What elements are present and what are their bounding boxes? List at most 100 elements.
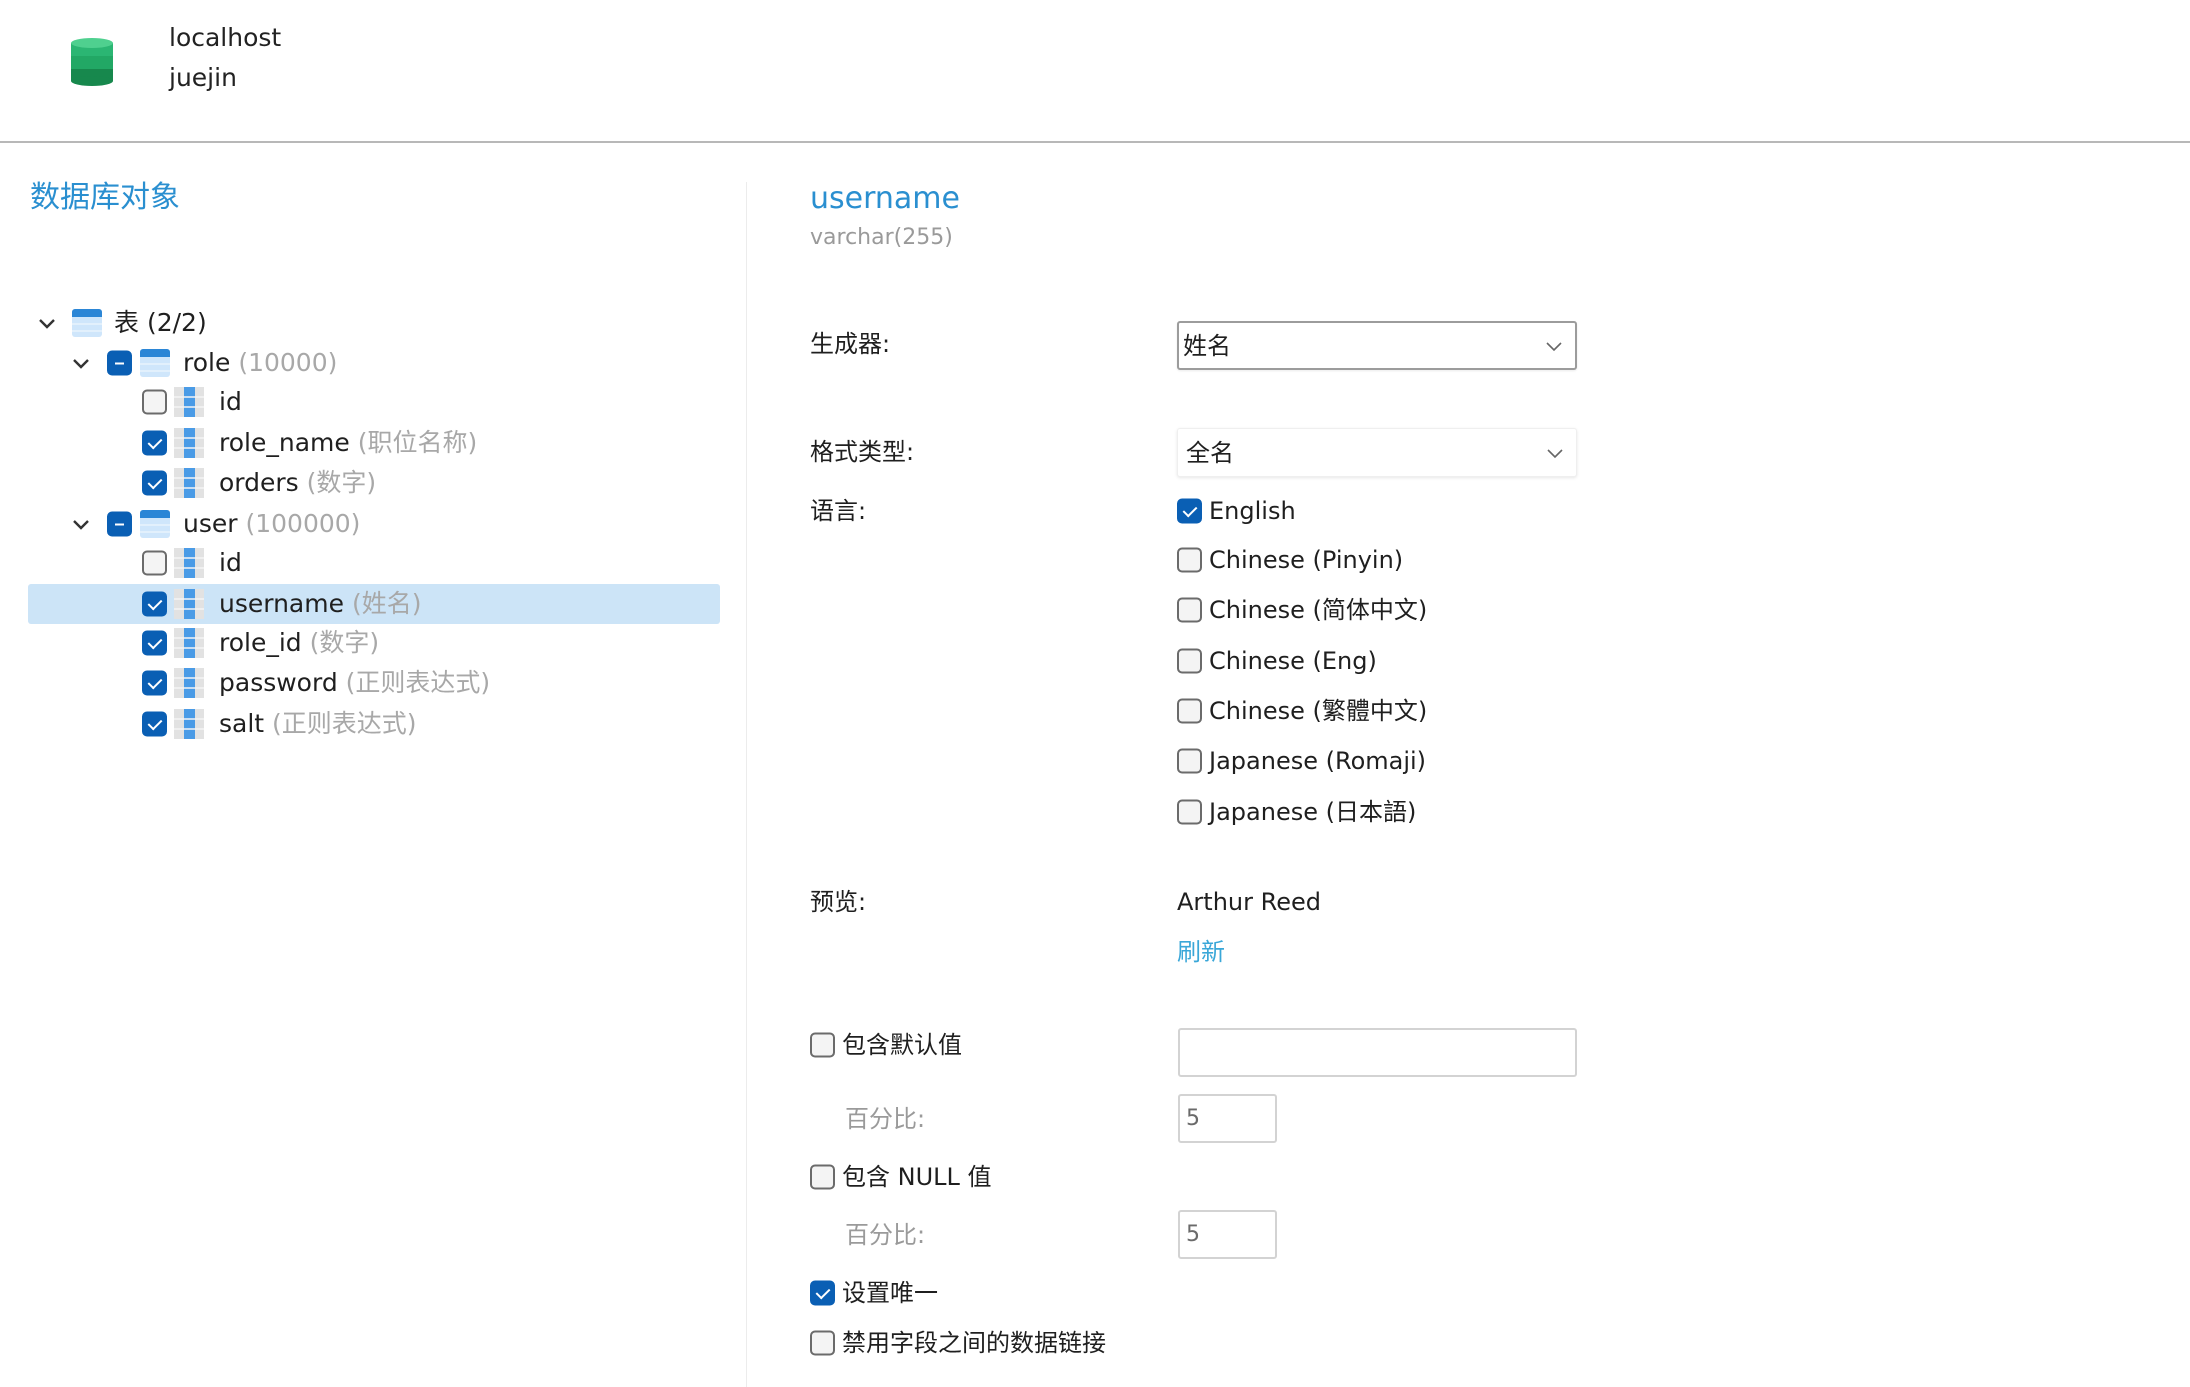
default-percent-label: 百分比:: [845, 1105, 926, 1133]
column-checkbox[interactable]: [142, 711, 167, 737]
table-row-count: (100000): [245, 509, 361, 538]
column-label: orders (数字): [219, 468, 376, 498]
refresh-link[interactable]: 刷新: [1177, 937, 1225, 967]
table-checkbox[interactable]: [107, 511, 132, 537]
option-label: Chinese (Eng): [1209, 647, 1377, 675]
checkbox[interactable]: [1177, 547, 1202, 573]
default-value-input[interactable]: [1178, 1028, 1577, 1077]
format-type-value: 全名: [1186, 438, 1234, 467]
column-icon: [174, 427, 204, 459]
chevron-down-icon[interactable]: [36, 312, 58, 334]
chevron-down-icon: [1543, 335, 1565, 357]
checkbox[interactable]: [810, 1280, 835, 1306]
option-label: Japanese (Romaji): [1209, 747, 1427, 775]
database-icon: [70, 37, 114, 87]
null-percent-input[interactable]: 5: [1178, 1210, 1277, 1259]
checkbox[interactable]: [810, 1330, 835, 1356]
format-type-select[interactable]: 全名: [1177, 428, 1577, 477]
checkbox[interactable]: [1177, 648, 1202, 674]
chevron-down-icon[interactable]: [70, 513, 92, 535]
language-label: 语言:: [810, 497, 867, 525]
option-label: 设置唯一: [842, 1279, 938, 1307]
option-label: Chinese (简体中文): [1209, 596, 1428, 624]
format-type-label: 格式类型:: [810, 438, 915, 466]
option-label: 包含默认值: [842, 1031, 962, 1059]
header-divider: [0, 141, 2190, 143]
column-name: salt: [219, 709, 265, 738]
tree-node-column[interactable]: id: [28, 543, 720, 583]
generator-label: 生成器:: [810, 330, 891, 358]
column-label: password (正则表达式): [219, 668, 490, 698]
tree-node-column[interactable]: orders (数字): [28, 463, 720, 503]
checkbox[interactable]: [810, 1032, 835, 1058]
option-label: Japanese (日本語): [1209, 798, 1417, 826]
column-icon: [174, 547, 204, 579]
column-name: role_name: [219, 428, 350, 457]
column-label: username (姓名): [219, 589, 421, 619]
checkbox[interactable]: [810, 1164, 835, 1190]
column-generator: (正则表达式): [272, 709, 417, 738]
column-checkbox[interactable]: [142, 550, 167, 576]
table-row-count: (10000): [238, 348, 338, 377]
column-label: salt (正则表达式): [219, 709, 417, 739]
column-name: role_id: [219, 628, 302, 657]
option-label: Chinese (Pinyin): [1209, 546, 1404, 574]
null-percent-label: 百分比:: [845, 1221, 926, 1249]
column-name: id: [219, 548, 242, 577]
column-icon: [174, 386, 204, 418]
field-name-title: username: [810, 181, 960, 216]
column-icon: [174, 588, 204, 620]
default-percent-input[interactable]: 5: [1178, 1094, 1277, 1143]
column-icon: [174, 627, 204, 659]
checkbox[interactable]: [1177, 698, 1202, 724]
preview-value: Arthur Reed: [1177, 888, 1321, 916]
table-label: role (10000): [183, 348, 337, 378]
column-icon: [174, 667, 204, 699]
tree-node-column[interactable]: role_id (数字): [28, 623, 720, 663]
option-label: 包含 NULL 值: [842, 1163, 992, 1191]
tree-node-column[interactable]: salt (正则表达式): [28, 704, 720, 744]
option-label: English: [1209, 497, 1296, 525]
checkbox[interactable]: [1177, 799, 1202, 825]
tree-node-column-selected[interactable]: username (姓名): [28, 584, 720, 624]
pane-splitter[interactable]: [746, 182, 747, 1387]
option-label: Chinese (繁體中文): [1209, 697, 1428, 725]
tree-node-column[interactable]: password (正则表达式): [28, 663, 720, 703]
table-group-icon: [71, 307, 103, 339]
column-generator: (姓名): [351, 589, 422, 618]
table-icon: [139, 347, 171, 379]
column-icon: [174, 467, 204, 499]
column-name: username: [219, 589, 344, 618]
checkbox[interactable]: [1177, 748, 1202, 774]
column-checkbox[interactable]: [142, 430, 167, 456]
checkbox[interactable]: [1177, 597, 1202, 623]
column-label: role_name (职位名称): [219, 428, 477, 458]
checkbox[interactable]: [1177, 498, 1202, 524]
table-checkbox[interactable]: [107, 350, 132, 376]
tree-node-table[interactable]: user (100000): [28, 504, 720, 544]
connection-database: juejin: [169, 63, 237, 92]
tree-root-count: (2/2): [146, 308, 207, 337]
tree-node-tables[interactable]: 表 (2/2): [28, 303, 720, 343]
column-checkbox[interactable]: [142, 389, 167, 415]
column-name: orders: [219, 468, 299, 497]
column-checkbox[interactable]: [142, 591, 167, 617]
generator-select[interactable]: 姓名: [1177, 321, 1577, 370]
tree-root-label: 表: [114, 308, 140, 337]
table-label: user (100000): [183, 509, 360, 539]
chevron-down-icon: [1544, 442, 1566, 464]
tree-node-column[interactable]: id: [28, 382, 720, 422]
column-checkbox[interactable]: [142, 470, 167, 496]
chevron-down-icon[interactable]: [70, 352, 92, 374]
connection-host: localhost: [169, 23, 282, 52]
option-label: 禁用字段之间的数据链接: [842, 1329, 1106, 1357]
table-name: user: [183, 509, 238, 538]
column-checkbox[interactable]: [142, 630, 167, 656]
tree-node-table[interactable]: role (10000): [28, 343, 720, 383]
column-checkbox[interactable]: [142, 670, 167, 696]
column-generator: (职位名称): [357, 428, 478, 457]
preview-label: 预览:: [810, 888, 867, 916]
generator-value: 姓名: [1183, 331, 1231, 360]
table-name: role: [183, 348, 231, 377]
tree-node-column[interactable]: role_name (职位名称): [28, 423, 720, 463]
